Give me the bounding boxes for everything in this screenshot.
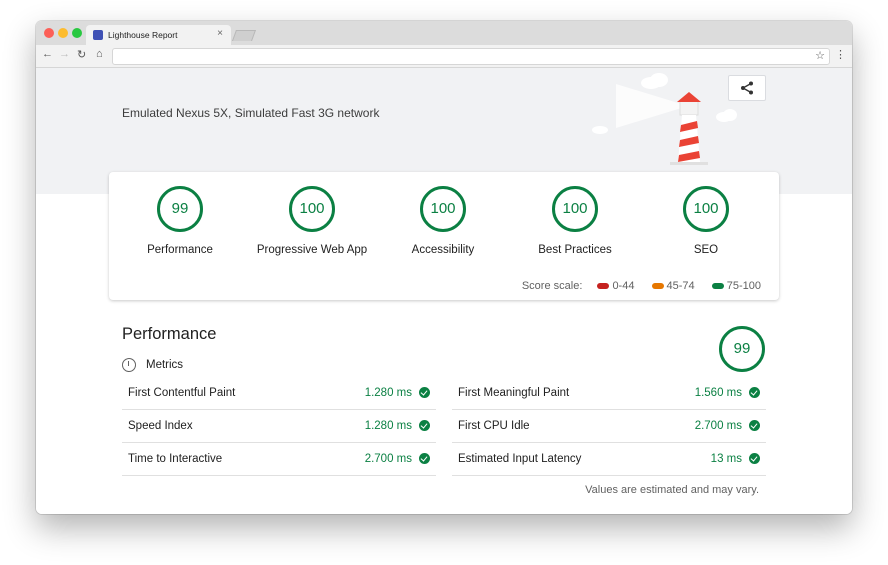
home-icon[interactable]: ⌂	[96, 48, 103, 60]
metrics-column-right: First Meaningful Paint 1.560 ms First CP…	[452, 377, 766, 476]
share-icon	[741, 81, 753, 95]
best-practices-score-gauge[interactable]: 100 Best Practices	[515, 186, 635, 256]
metrics-header: Metrics	[122, 358, 183, 372]
metric-row: Speed Index 1.280 ms	[122, 410, 436, 443]
score-value: 99	[157, 186, 203, 232]
scale-fail-label: 0-44	[612, 280, 635, 292]
metric-label: Estimated Input Latency	[458, 453, 582, 465]
average-pill-icon	[651, 282, 664, 289]
lighthouse-illustration	[616, 84, 708, 165]
score-label: Progressive Web App	[256, 244, 368, 256]
zoom-window-button[interactable]	[72, 28, 82, 38]
reload-icon[interactable]: ↻	[77, 48, 86, 61]
metric-row: First CPU Idle 2.700 ms	[452, 410, 766, 443]
cloud-icon	[592, 126, 608, 134]
bookmark-star-icon[interactable]: ☆	[815, 49, 825, 62]
metric-row: Time to Interactive 2.700 ms	[122, 443, 436, 476]
share-button[interactable]	[728, 75, 766, 101]
back-icon[interactable]: ←	[42, 48, 53, 60]
browser-window: Lighthouse Report × ← → ↻ ⌂ ☆ ⋮ Emulated…	[36, 21, 852, 514]
metric-value: 13 ms	[710, 453, 742, 465]
metric-value: 1.560 ms	[694, 387, 742, 399]
pwa-score-gauge[interactable]: 100 Progressive Web App	[252, 186, 372, 256]
scale-average-label: 45-74	[666, 280, 695, 292]
metrics-column-left: First Contentful Paint 1.280 ms Speed In…	[122, 377, 436, 476]
check-icon	[749, 453, 760, 464]
performance-score-gauge[interactable]: 99 Performance	[120, 186, 240, 256]
score-value: 100	[552, 186, 598, 232]
forward-icon[interactable]: →	[59, 48, 70, 60]
metrics-clock-icon	[122, 358, 136, 372]
performance-section-title: Performance	[122, 325, 217, 343]
scale-average: 45-74	[651, 280, 695, 292]
minimize-window-button[interactable]	[58, 28, 68, 38]
metric-label: First CPU Idle	[458, 420, 530, 432]
metrics-label: Metrics	[146, 359, 184, 372]
close-window-button[interactable]	[44, 28, 54, 38]
fail-pill-icon	[597, 282, 610, 289]
score-value: 100	[289, 186, 335, 232]
lighthouse-favicon-icon	[93, 30, 103, 40]
score-value: 100	[683, 186, 729, 232]
browser-toolbar: ← → ↻ ⌂ ☆ ⋮	[36, 45, 852, 68]
check-icon	[419, 453, 430, 464]
cloud-icon	[716, 109, 737, 122]
metric-label: First Contentful Paint	[128, 387, 236, 399]
metric-row: First Meaningful Paint 1.560 ms	[452, 377, 766, 410]
score-scale-legend: Score scale: 0-44 45-74 75-100	[522, 280, 761, 292]
score-summary-card: 99 Performance 100 Progressive Web App 1…	[109, 172, 779, 300]
scale-fail: 0-44	[597, 280, 634, 292]
metric-row: First Contentful Paint 1.280 ms	[122, 377, 436, 410]
metric-label: First Meaningful Paint	[458, 387, 570, 399]
report-content: Emulated Nexus 5X, Simulated Fast 3G net…	[36, 68, 852, 514]
metric-value: 1.280 ms	[364, 420, 412, 432]
score-label: Accessibility	[411, 244, 475, 256]
scale-pass-label: 75-100	[726, 280, 761, 292]
check-icon	[749, 420, 760, 431]
environment-description: Emulated Nexus 5X, Simulated Fast 3G net…	[122, 106, 380, 120]
metric-label: Time to Interactive	[128, 453, 223, 465]
seo-score-gauge[interactable]: 100 SEO	[646, 186, 766, 256]
performance-section-score: 99	[719, 326, 765, 372]
score-scale-label: Score scale:	[521, 280, 583, 292]
tab-lighthouse-report[interactable]: Lighthouse Report ×	[86, 25, 231, 45]
browser-menu-icon[interactable]: ⋮	[835, 48, 846, 61]
score-label: SEO	[693, 244, 719, 256]
check-icon	[749, 387, 760, 398]
pass-pill-icon	[711, 282, 724, 289]
tab-close-icon[interactable]: ×	[217, 28, 223, 39]
check-icon	[419, 387, 430, 398]
metric-value: 2.700 ms	[694, 420, 742, 432]
metric-value: 1.280 ms	[364, 387, 412, 399]
scale-pass: 75-100	[711, 280, 761, 292]
score-label: Performance	[147, 244, 213, 256]
accessibility-score-gauge[interactable]: 100 Accessibility	[383, 186, 503, 256]
address-bar[interactable]: ☆	[112, 48, 830, 65]
tab-strip: Lighthouse Report ×	[36, 21, 852, 45]
tab-title: Lighthouse Report	[108, 30, 178, 40]
metric-label: Speed Index	[128, 420, 193, 432]
metric-row: Estimated Input Latency 13 ms	[452, 443, 766, 476]
score-label: Best Practices	[538, 244, 612, 256]
new-tab-button[interactable]	[231, 30, 257, 41]
metric-value: 2.700 ms	[364, 453, 412, 465]
score-value: 100	[420, 186, 466, 232]
check-icon	[419, 420, 430, 431]
metrics-footnote: Values are estimated and may vary.	[585, 484, 759, 496]
